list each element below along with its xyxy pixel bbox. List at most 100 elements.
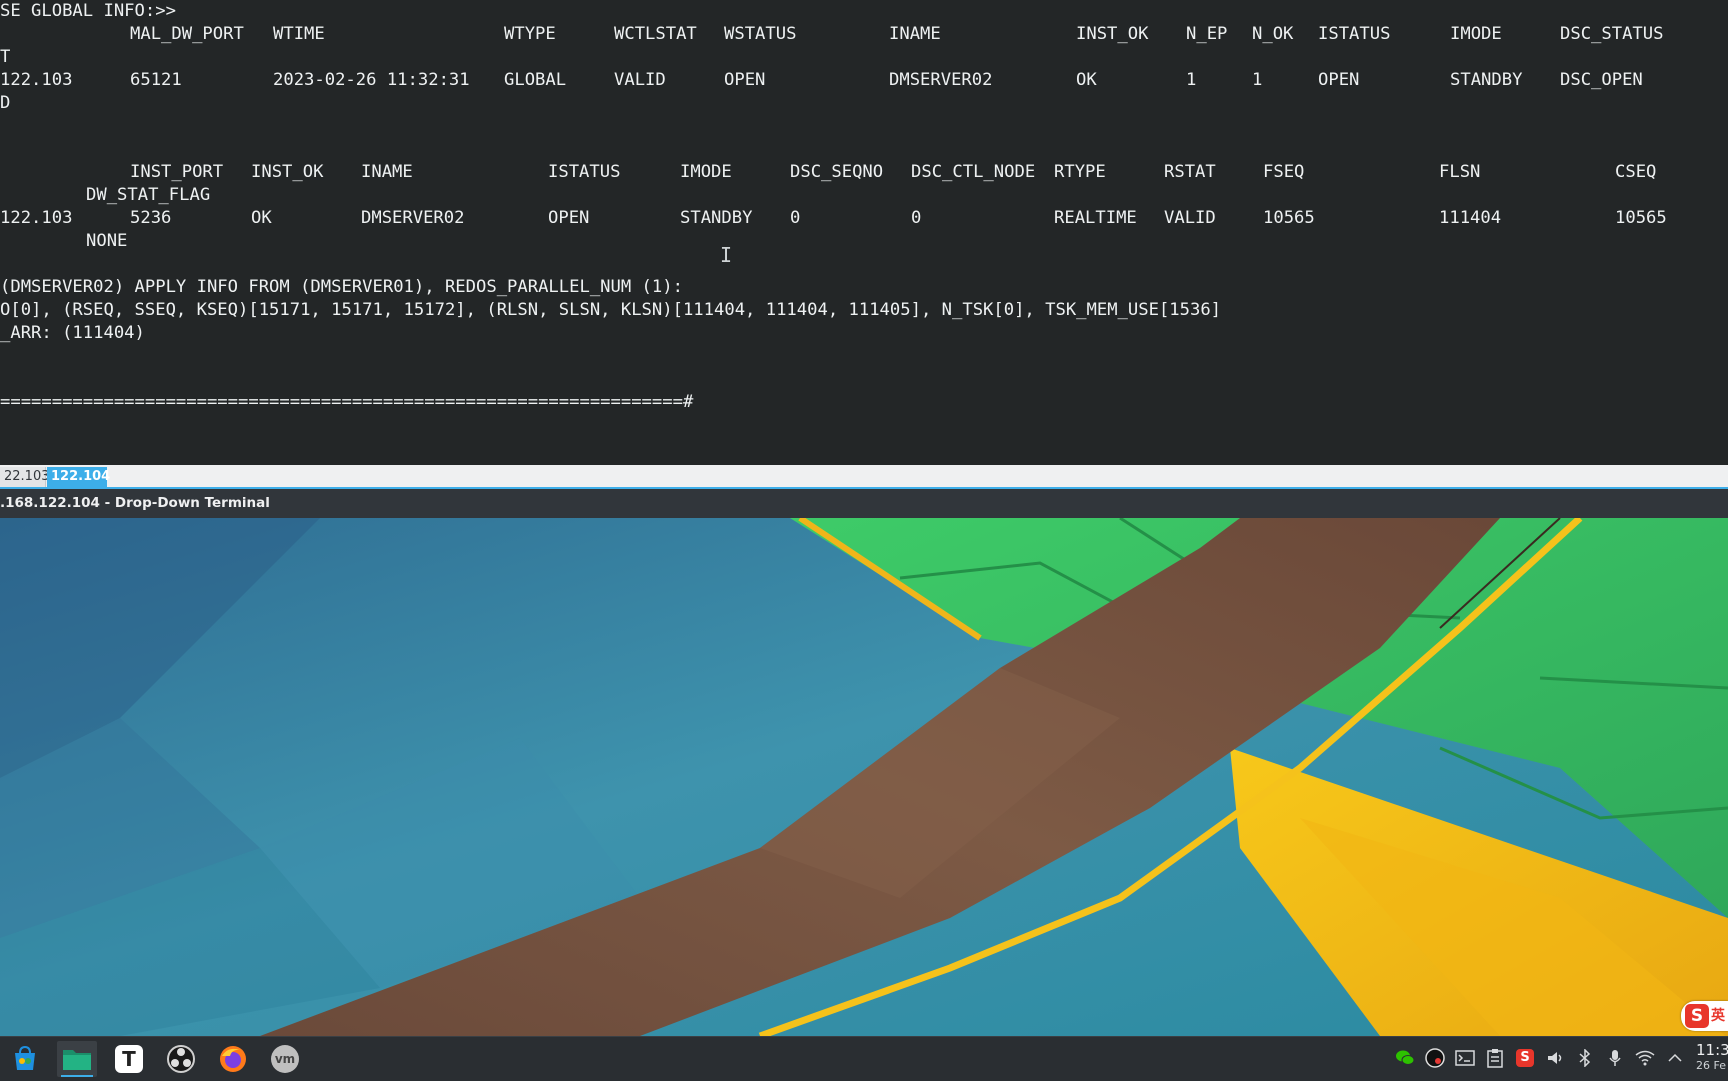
text-cursor-icon: I: [720, 243, 733, 267]
terminal-cell: INST_OK: [1076, 24, 1149, 44]
terminal-cell: DMSERVER02: [889, 70, 993, 90]
terminal-cell: WTIME: [273, 24, 325, 44]
terminal-cell: 0: [911, 208, 922, 228]
terminal-cell: 10565: [1263, 208, 1315, 228]
terminal-line: 122.103 65121 2023-02-26 11:32:31 GLOBAL VAL…: [0, 69, 1728, 92]
terminal-cell: SE GLOBAL INFO:>>: [0, 1, 176, 21]
clipboard-icon: [1487, 1049, 1503, 1068]
terminal-line: SE GLOBAL INFO:>>: [0, 0, 1728, 23]
desktop-wallpaper: [0, 518, 1728, 1036]
terminal-cell: STANDBY: [680, 208, 753, 228]
bluetooth-tray[interactable]: [1574, 1047, 1596, 1069]
terminal-cell: N_EP: [1186, 24, 1228, 44]
terminal-cell: N_OK: [1252, 24, 1294, 44]
terminal-cell: RTYPE: [1054, 162, 1106, 182]
terminal-cell: 10565: [1615, 208, 1667, 228]
file-manager-launcher[interactable]: [57, 1041, 97, 1077]
wifi-tray[interactable]: [1634, 1047, 1656, 1069]
terminal-cell: OPEN: [548, 208, 590, 228]
vmware-launcher[interactable]: vm: [265, 1041, 305, 1077]
terminal-cell: D: [0, 93, 11, 113]
terminal-cell: INST_OK: [251, 162, 324, 182]
terminal-cell: DMSERVER02: [361, 208, 465, 228]
terminal-cell: WTYPE: [504, 24, 556, 44]
terminal-line: INST_PORT INST_OK INAME ISTATUS IMODE DSC_SEQ…: [0, 161, 1728, 184]
terminal-cell: 111404: [1439, 208, 1502, 228]
text-editor-icon: T: [115, 1045, 143, 1073]
obs-tray-icon: [1425, 1048, 1445, 1068]
firefox-launcher[interactable]: [213, 1041, 253, 1077]
terminal-cell: ========================================…: [0, 392, 694, 412]
system-clock[interactable]: 11:3 26 Fe: [1696, 1041, 1728, 1073]
ime-status-badge[interactable]: S 英: [1681, 1001, 1728, 1031]
wechat-tray[interactable]: [1394, 1047, 1416, 1069]
terminal-cell: 0: [790, 208, 801, 228]
expand-tray-icon: [1668, 1053, 1682, 1062]
sogou-input-tray[interactable]: S: [1514, 1047, 1536, 1069]
terminal-cell: T: [0, 47, 11, 67]
terminal-cell: WSTATUS: [724, 24, 797, 44]
terminal-cell: DSC_STATUS: [1560, 24, 1664, 44]
obs-studio-icon: [167, 1045, 195, 1073]
terminal-cell: INST_PORT: [130, 162, 224, 182]
obs-tray[interactable]: [1424, 1047, 1446, 1069]
obs-studio-launcher[interactable]: [161, 1041, 201, 1077]
window-titlebar[interactable]: .168.122.104 - Drop-Down Terminal: [0, 489, 1728, 518]
terminal-cell: OK: [1076, 70, 1097, 90]
terminal-line: _ARR: (111404): [0, 322, 1728, 345]
tab-session-1[interactable]: 22.103: [0, 467, 50, 487]
terminal-cell: 5236: [130, 208, 172, 228]
terminal-line: T: [0, 46, 1728, 69]
terminal-line: ========================================…: [0, 391, 1728, 414]
clock-date: 26 Fe: [1696, 1059, 1726, 1072]
expand-tray[interactable]: [1664, 1047, 1686, 1069]
microphone-tray[interactable]: [1604, 1047, 1626, 1069]
terminal-cell: O[0], (RSEQ, SSEQ, KSEQ)[15171, 15171, 1…: [0, 300, 1222, 320]
sogou-logo-icon: S: [1685, 1004, 1709, 1028]
terminal-cell: REALTIME: [1054, 208, 1137, 228]
terminal-cell: DSC_SEQNO: [790, 162, 884, 182]
file-manager-icon: [63, 1050, 91, 1070]
terminal-tray[interactable]: [1454, 1047, 1476, 1069]
wifi-icon: [1635, 1050, 1655, 1066]
app-store-icon: [15, 1045, 35, 1070]
terminal-cell: OPEN: [1318, 70, 1360, 90]
terminal-cell: OPEN: [724, 70, 766, 90]
firefox-icon: [220, 1046, 246, 1072]
text-editor-launcher[interactable]: T: [109, 1041, 149, 1077]
terminal-tab-bar: 22.103 122.104: [0, 465, 1728, 489]
app-store-launcher[interactable]: [5, 1041, 45, 1077]
window-title: .168.122.104 - Drop-Down Terminal: [0, 495, 270, 511]
terminal-line: DW_STAT_FLAG: [0, 184, 1728, 207]
terminal-cell: CSEQ: [1615, 162, 1657, 182]
microphone-icon: [1609, 1050, 1621, 1066]
terminal-line: D: [0, 92, 1728, 115]
terminal-cell: INAME: [889, 24, 941, 44]
terminal-cell: 2023-02-26 11:32:31: [273, 70, 470, 90]
taskbar: T vm S 11:3 26 Fe: [0, 1036, 1728, 1081]
volume-tray[interactable]: [1544, 1047, 1566, 1069]
terminal-cell: GLOBAL: [504, 70, 567, 90]
terminal-cell: MAL_DW_PORT: [130, 24, 244, 44]
terminal-cell: 122.103: [0, 70, 73, 90]
tab-session-2[interactable]: 122.104: [47, 467, 110, 487]
terminal-cell: INAME: [361, 162, 413, 182]
terminal-line: O[0], (RSEQ, SSEQ, KSEQ)[15171, 15171, 1…: [0, 299, 1728, 322]
terminal-cell: ISTATUS: [1318, 24, 1391, 44]
clipboard-tray[interactable]: [1484, 1047, 1506, 1069]
vmware-icon: vm: [271, 1045, 299, 1073]
terminal-cell: 1: [1252, 70, 1263, 90]
terminal-output[interactable]: SE GLOBAL INFO:>> MAL_DW_PORT WTIME WTYPE WC…: [0, 0, 1728, 465]
terminal-line: NONE: [0, 230, 1728, 253]
terminal-tray-icon: [1455, 1050, 1475, 1066]
terminal-cell: WCTLSTAT: [614, 24, 697, 44]
terminal-line: 122.103 5236 OK DMSERVER02 OPEN STANDBY 0 0 REAL…: [0, 207, 1728, 230]
terminal-cell: FLSN: [1439, 162, 1481, 182]
terminal-cell: NONE: [86, 231, 128, 251]
terminal-cell: (DMSERVER02) APPLY INFO FROM (DMSERVER01…: [0, 277, 683, 297]
terminal-cell: STANDBY: [1450, 70, 1523, 90]
